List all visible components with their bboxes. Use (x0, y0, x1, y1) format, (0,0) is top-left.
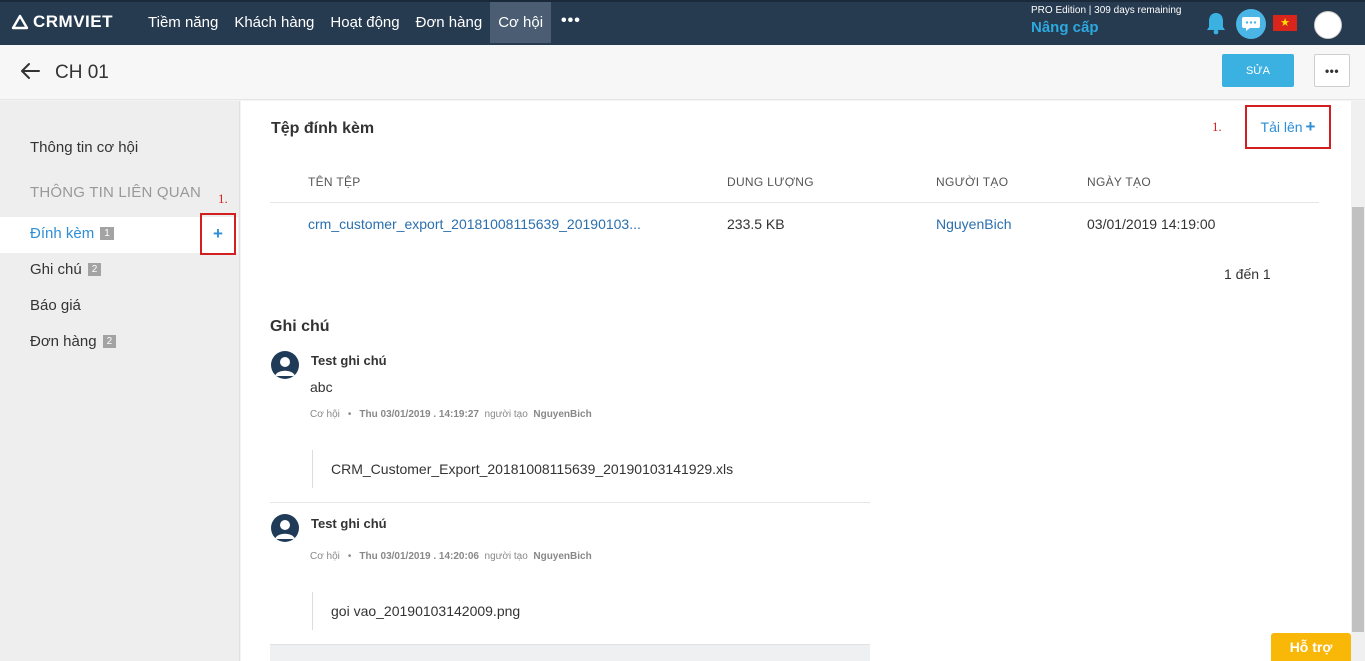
table-divider (270, 202, 1319, 203)
count-badge: 2 (87, 263, 102, 276)
note-time: Thu 03/01/2019 . 14:19:27 (359, 409, 479, 420)
brand-name: CRMVIET (33, 12, 113, 31)
note-title: Test ghi chú (311, 516, 387, 531)
note-by-label: người tạo (484, 409, 528, 420)
count-badge: 1 (100, 227, 114, 240)
upload-button[interactable]: Tải lên + (1245, 105, 1331, 149)
note-title: Test ghi chú (311, 353, 387, 368)
note-author: NguyenBich (533, 551, 592, 562)
sidebar-item-label: Ghi chú (30, 261, 82, 278)
annotation-marker: 1. (1212, 119, 1222, 134)
note-category: Cơ hội (310, 551, 340, 562)
pagination-info: 1 đến 1 (1224, 266, 1271, 282)
vietnam-flag-icon[interactable]: ★ (1273, 15, 1297, 31)
nav-activities[interactable]: Hoạt động (322, 2, 407, 43)
main-menu: Tiềm năng Khách hàng Hoạt động Đơn hàng … (140, 2, 591, 45)
back-arrow-icon[interactable] (18, 59, 42, 86)
note-composer[interactable] (270, 644, 870, 661)
note-by-label: người tạo (484, 551, 528, 562)
sidebar-item-notes[interactable]: Ghi chú 2 (30, 261, 102, 278)
nav-customers[interactable]: Khách hàng (226, 2, 322, 43)
nav-opportunities[interactable]: Cơ hội (490, 2, 552, 43)
sidebar-item-orders[interactable]: Đơn hàng 2 (30, 333, 117, 350)
note-attachment-file[interactable]: CRM_Customer_Export_20181008115639_20190… (312, 450, 872, 488)
support-button[interactable]: Hỗ trợ (1271, 633, 1351, 661)
column-header-created-date[interactable]: NGÀY TẠO (1087, 175, 1151, 189)
note-author: NguyenBich (533, 409, 592, 420)
note-meta: Cơ hội • Thu 03/01/2019 . 14:19:27 người t… (310, 409, 592, 420)
notes-heading: Ghi chú (270, 318, 330, 335)
plus-icon: + (213, 224, 223, 243)
note-category: Cơ hội (310, 409, 340, 420)
note-meta: Cơ hội • Thu 03/01/2019 . 14:20:06 người t… (310, 551, 592, 562)
note-attachment-file[interactable]: goi vao_20190103142009.png (312, 592, 872, 630)
upload-label: Tải lên (1260, 119, 1303, 135)
sidebar-item-attachments[interactable]: Đính kèm 1 (30, 225, 114, 242)
attachment-file-link[interactable]: crm_customer_export_20181008115639_20190… (308, 216, 641, 232)
nav-leads[interactable]: Tiềm năng (140, 2, 226, 43)
attachment-creator-link[interactable]: NguyenBich (936, 216, 1012, 232)
top-navbar: CRMVIET Tiềm năng Khách hàng Hoạt động Đ… (0, 0, 1365, 45)
note-divider (270, 502, 870, 503)
note-time: Thu 03/01/2019 . 14:20:06 (359, 551, 479, 562)
annotation-marker: 1. (218, 191, 228, 206)
column-header-filename[interactable]: TÊN TỆP (308, 175, 361, 189)
sidebar-item-label: Đơn hàng (30, 333, 97, 350)
separator-dot: • (347, 551, 352, 562)
page-title: CH 01 (55, 62, 109, 83)
column-header-creator[interactable]: NGƯỜI TẠO (936, 175, 1008, 189)
more-actions-button[interactable]: ••• (1314, 54, 1350, 87)
upgrade-link[interactable]: Nâng cấp (1031, 19, 1099, 36)
attachments-heading: Tệp đính kèm (271, 120, 375, 137)
edition-info: PRO Edition | 309 days remaining (1031, 5, 1182, 16)
sidebar-item-label: Báo giá (30, 297, 81, 314)
sidebar-item-quotes[interactable]: Báo giá (30, 297, 81, 314)
sidebar-item-label: Đính kèm (30, 225, 95, 242)
separator-dot: • (347, 409, 352, 420)
page-header: CH 01 SỬA ••• (0, 45, 1365, 100)
column-header-size[interactable]: DUNG LƯỢNG (727, 175, 814, 189)
bell-icon[interactable] (1205, 11, 1227, 38)
user-avatar[interactable] (1314, 11, 1342, 39)
add-attachment-button[interactable]: + (200, 213, 236, 255)
logo-icon (11, 14, 29, 30)
sidebar: Thông tin cơ hội THÔNG TIN LIÊN QUAN Đín… (0, 101, 240, 661)
scrollbar-thumb[interactable] (1352, 207, 1364, 632)
edit-button[interactable]: SỬA (1222, 54, 1294, 87)
user-avatar-icon (271, 351, 299, 379)
attachment-date: 03/01/2019 14:19:00 (1087, 216, 1216, 232)
plus-icon: + (1305, 117, 1316, 136)
count-badge: 2 (102, 335, 117, 348)
nav-more-button[interactable]: ••• (551, 2, 591, 45)
sidebar-section-title: THÔNG TIN LIÊN QUAN (30, 184, 202, 201)
attachment-size: 233.5 KB (727, 216, 785, 232)
note-body: abc (310, 379, 333, 395)
brand-logo[interactable]: CRMVIET (11, 12, 113, 32)
user-avatar-icon (271, 514, 299, 542)
sidebar-item-opportunity-info[interactable]: Thông tin cơ hội (30, 139, 138, 156)
chat-icon[interactable] (1236, 9, 1266, 39)
nav-orders[interactable]: Đơn hàng (408, 2, 491, 43)
